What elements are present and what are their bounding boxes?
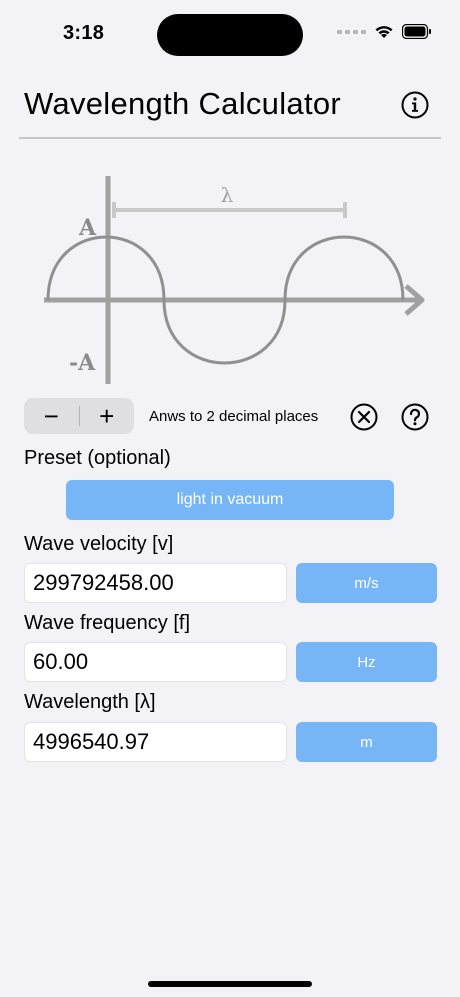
status-time: 3:18 — [63, 22, 105, 44]
help-question-icon[interactable] — [400, 402, 430, 432]
info-icon[interactable] — [400, 90, 430, 120]
velocity-unit-button[interactable]: m/s — [296, 563, 437, 603]
status-bar: 3:18 — [0, 0, 460, 70]
decimal-stepper: − + — [24, 398, 134, 434]
increment-button[interactable]: + — [79, 398, 134, 434]
lambda-label: λ — [221, 183, 234, 207]
dynamic-island — [157, 14, 303, 56]
wifi-icon — [375, 26, 393, 38]
frequency-label: Wave frequency [f] — [24, 612, 190, 634]
home-indicator — [148, 981, 312, 987]
decrement-button[interactable]: − — [24, 398, 79, 434]
clear-icon[interactable] — [349, 402, 379, 432]
battery-icon — [402, 24, 431, 39]
wave-diagram: λ A -A — [44, 176, 425, 384]
header-divider — [19, 137, 441, 139]
wavelength-field[interactable]: 4996540.97 — [24, 722, 287, 762]
preset-button[interactable]: light in vacuum — [66, 480, 394, 520]
neg-amplitude-label: -A — [69, 350, 96, 376]
preset-label: Preset (optional) — [24, 447, 171, 469]
page-title: Wavelength Calculator — [24, 86, 342, 121]
wavelength-unit-button[interactable]: m — [296, 722, 437, 762]
velocity-field[interactable]: 299792458.00 — [24, 563, 287, 603]
wavelength-label: Wavelength [λ] — [24, 691, 156, 713]
velocity-label: Wave velocity [v] — [24, 533, 174, 555]
status-icons — [337, 24, 432, 39]
frequency-unit-button[interactable]: Hz — [296, 642, 437, 682]
cellular-signal-icon — [337, 29, 366, 34]
frequency-field[interactable]: 60.00 — [24, 642, 287, 682]
decimal-places-label: Anws to 2 decimal places — [149, 408, 319, 425]
